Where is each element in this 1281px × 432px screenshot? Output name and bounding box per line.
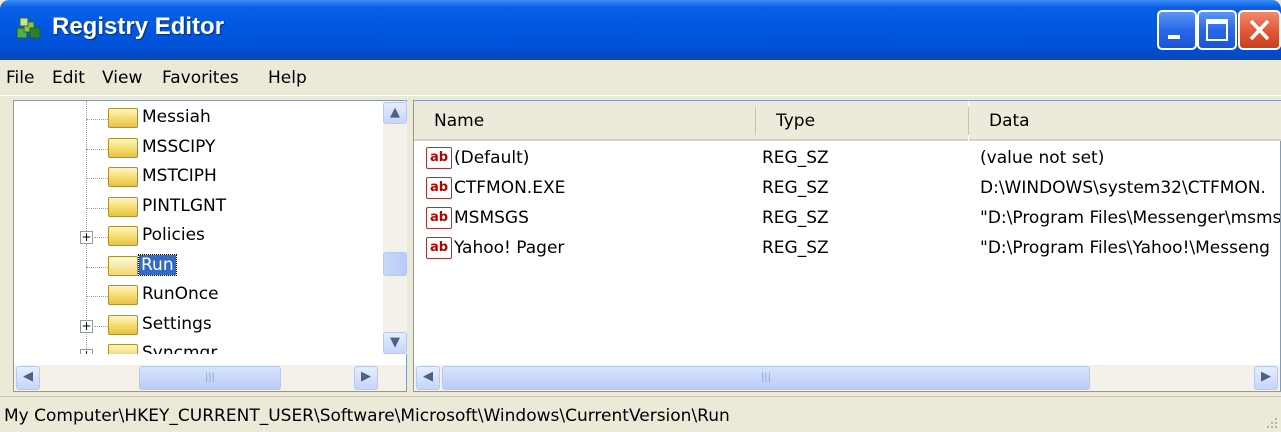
close-button[interactable] <box>1238 10 1281 50</box>
values-horizontal-scrollbar[interactable]: ◀ ||| ▶ <box>414 365 1280 391</box>
value-row[interactable]: ab CTFMON.EXE REG_SZ D:\WINDOWS\system32… <box>414 173 1281 203</box>
value-name: MSMSGS <box>454 208 529 228</box>
value-type: REG_SZ <box>762 148 829 168</box>
menu-help[interactable]: Help <box>268 68 307 88</box>
string-value-icon: ab <box>426 177 452 199</box>
tree-item-policies[interactable]: + Policies <box>14 223 374 251</box>
value-type: REG_SZ <box>762 238 829 258</box>
folder-icon <box>108 167 138 187</box>
tree-item-label: MSSCIPY <box>142 137 216 157</box>
menu-view[interactable]: View <box>102 68 142 88</box>
menu-file[interactable]: File <box>6 68 34 88</box>
scroll-left-button[interactable]: ◀ <box>16 366 40 390</box>
title-bar: Registry Editor <box>0 0 1281 60</box>
scroll-up-button[interactable]: ▲ <box>383 102 407 124</box>
tree-item-label: Syncmgr <box>142 343 218 354</box>
tree-horizontal-scrollbar[interactable]: ◀ ||| ▶ <box>14 365 406 391</box>
tree-item-syncmgr[interactable]: + Syncmgr <box>14 341 374 354</box>
scroll-right-button[interactable]: ▶ <box>1254 366 1278 390</box>
menu-favorites[interactable]: Favorites <box>162 68 239 88</box>
open-folder-icon <box>108 256 138 276</box>
folder-icon <box>108 226 138 246</box>
scroll-down-button[interactable]: ▼ <box>383 332 407 354</box>
folder-icon <box>108 344 138 354</box>
value-name: CTFMON.EXE <box>454 178 566 198</box>
values-pane[interactable]: Name Type Data ab (Default) REG_SZ (valu… <box>413 100 1281 392</box>
value-data: D:\WINDOWS\system32\CTFMON. <box>980 178 1266 198</box>
tree-item-label: MSTCIPH <box>142 166 217 186</box>
tree-item-messiah[interactable]: Messiah <box>14 105 374 133</box>
value-row[interactable]: ab (Default) REG_SZ (value not set) <box>414 143 1281 173</box>
tree-item-mstciph[interactable]: MSTCIPH <box>14 164 374 192</box>
horizontal-scroll-thumb[interactable]: ||| <box>442 366 1090 390</box>
tree-item-label: Settings <box>142 314 212 334</box>
current-key-path: My Computer\HKEY_CURRENT_USER\Software\M… <box>4 406 730 426</box>
column-header-label: Name <box>434 111 485 131</box>
value-name: Yahoo! Pager <box>454 238 565 258</box>
value-data: (value not set) <box>980 148 1105 168</box>
scroll-left-button[interactable]: ◀ <box>416 366 440 390</box>
column-header-type[interactable]: Type <box>756 101 968 141</box>
menu-edit[interactable]: Edit <box>52 68 85 88</box>
value-data: "D:\Program Files\Yahoo!\Messeng <box>980 238 1270 258</box>
maximize-button[interactable] <box>1197 10 1237 50</box>
folder-icon <box>108 285 138 305</box>
tree-item-label: Run <box>138 254 177 276</box>
regedit-icon <box>16 17 41 39</box>
tree-item-label: Messiah <box>142 107 211 127</box>
expand-plus-icon[interactable]: + <box>80 231 93 244</box>
tree-item-run[interactable]: Run <box>14 253 374 281</box>
tree-item-pintlgnt[interactable]: PINTLGNT <box>14 194 374 222</box>
value-data: "D:\Program Files\Messenger\msms <box>980 208 1280 228</box>
tree-vertical-scrollbar[interactable]: ▲ ▼ <box>383 102 407 354</box>
folder-icon <box>108 315 138 335</box>
value-row[interactable]: ab Yahoo! Pager REG_SZ "D:\Program Files… <box>414 233 1281 263</box>
tree-item-msscipy[interactable]: MSSCIPY <box>14 135 374 163</box>
tree-item-label: RunOnce <box>142 284 219 304</box>
expand-plus-icon[interactable]: + <box>80 320 93 333</box>
tree-item-settings[interactable]: + Settings <box>14 312 374 340</box>
value-type: REG_SZ <box>762 178 829 198</box>
value-name: (Default) <box>454 148 530 168</box>
value-type: REG_SZ <box>762 208 829 228</box>
folder-icon <box>108 197 138 217</box>
vertical-scroll-thumb[interactable] <box>383 252 407 276</box>
minimize-button[interactable] <box>1157 10 1197 50</box>
column-header-data[interactable]: Data <box>969 101 1281 141</box>
minimize-icon <box>1168 35 1180 39</box>
value-row[interactable]: ab MSMSGS REG_SZ "D:\Program Files\Messe… <box>414 203 1281 233</box>
status-bar: My Computer\HKEY_CURRENT_USER\Software\M… <box>0 396 1281 432</box>
column-header-label: Data <box>989 111 1030 131</box>
tree-item-label: PINTLGNT <box>142 196 227 216</box>
menu-bar: File Edit View Favorites Help <box>0 60 1281 96</box>
scroll-right-button[interactable]: ▶ <box>354 366 378 390</box>
folder-icon <box>108 138 138 158</box>
tree-item-runonce[interactable]: RunOnce <box>14 282 374 310</box>
close-icon <box>1249 19 1270 41</box>
folder-icon <box>108 108 138 128</box>
horizontal-scroll-thumb[interactable]: ||| <box>139 366 281 390</box>
string-value-icon: ab <box>426 237 452 259</box>
expand-plus-icon[interactable]: + <box>80 349 93 354</box>
string-value-icon: ab <box>426 147 452 169</box>
string-value-icon: ab <box>426 207 452 229</box>
tree-item-label: Policies <box>142 225 205 245</box>
column-header-label: Type <box>776 111 816 131</box>
column-header-name[interactable]: Name <box>414 101 756 141</box>
resize-grip-icon[interactable] <box>1263 414 1279 430</box>
key-tree-pane[interactable]: Messiah MSSCIPY MSTCIPH PINTLGNT + Polic… <box>13 100 407 392</box>
maximize-icon <box>1206 19 1228 41</box>
window-title: Registry Editor <box>52 13 225 40</box>
